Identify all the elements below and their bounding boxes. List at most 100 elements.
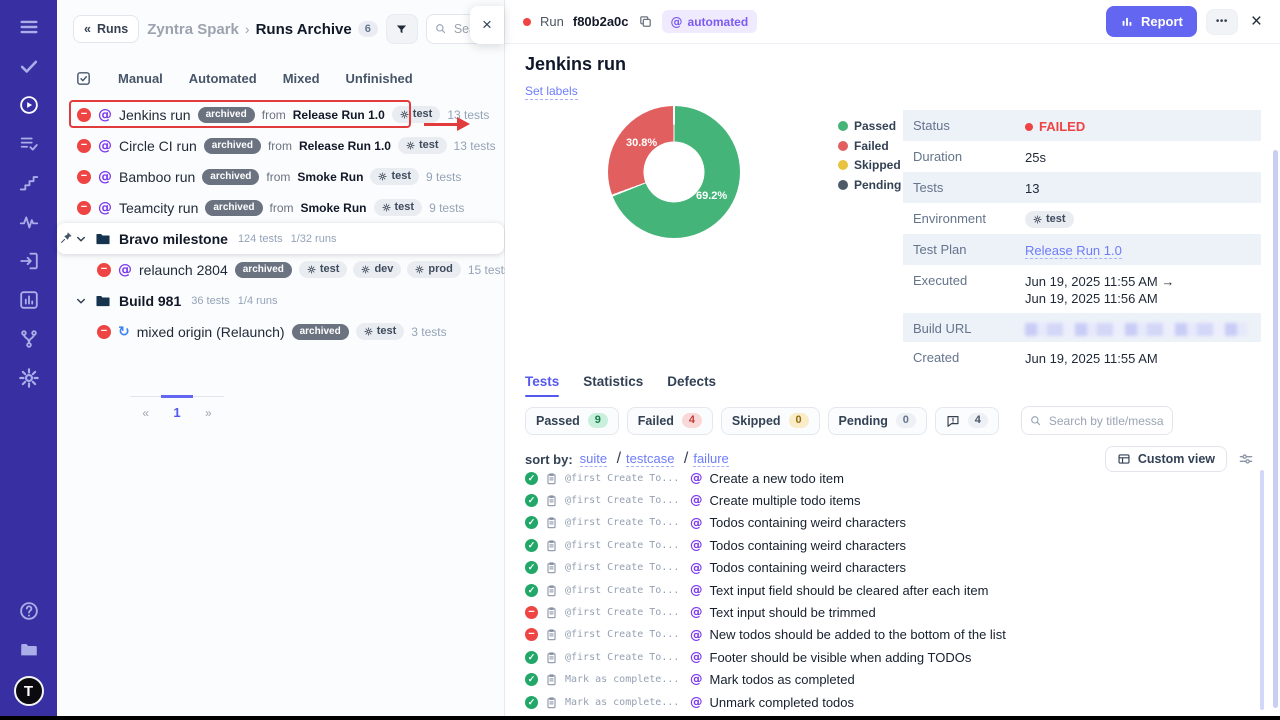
test-row[interactable]: @first Create To... Text input field sho… bbox=[525, 579, 1254, 601]
runs-tab[interactable]: Automated bbox=[189, 71, 257, 86]
test-title[interactable]: Footer should be visible when adding TOD… bbox=[710, 650, 972, 665]
pagination-prev[interactable]: « bbox=[130, 397, 161, 420]
sort-link[interactable]: suite bbox=[580, 451, 607, 467]
detail-tab[interactable]: Statistics bbox=[583, 374, 643, 397]
test-title[interactable]: Create a new todo item bbox=[710, 471, 844, 486]
check-icon[interactable] bbox=[18, 55, 40, 77]
test-suite-name[interactable]: @first Create To... bbox=[565, 607, 683, 618]
test-suite-name[interactable]: Mark as complete... bbox=[565, 674, 683, 685]
sliders-icon[interactable] bbox=[1238, 451, 1254, 467]
play-circle-icon[interactable] bbox=[18, 94, 40, 116]
test-suite-name[interactable]: @first Create To... bbox=[565, 473, 683, 484]
test-row[interactable]: @first Create To... Text input should be… bbox=[525, 601, 1254, 623]
legend-item[interactable]: Skipped bbox=[838, 158, 901, 172]
test-row[interactable]: @first Create To... Footer should be vis… bbox=[525, 646, 1254, 668]
test-row[interactable]: Mark as complete... Mark todos as comple… bbox=[525, 669, 1254, 691]
test-suite-name[interactable]: @first Create To... bbox=[565, 517, 683, 528]
tests-scrollbar[interactable] bbox=[1260, 470, 1264, 710]
runs-tab[interactable]: Mixed bbox=[283, 71, 320, 86]
chart-box-icon[interactable] bbox=[18, 289, 40, 311]
run-list-item[interactable]: Teamcity run archived from Smoke Run tes… bbox=[57, 192, 504, 223]
pagination-page-1[interactable]: 1 bbox=[161, 395, 192, 420]
test-row[interactable]: @first Create To... Todos containing wei… bbox=[525, 534, 1254, 556]
test-title[interactable]: Create multiple todo items bbox=[710, 493, 861, 508]
test-suite-name[interactable]: @first Create To... bbox=[565, 540, 683, 551]
sign-in-icon[interactable] bbox=[18, 250, 40, 272]
pulse-icon[interactable] bbox=[18, 211, 40, 233]
folder-list-item[interactable]: Bravo milestone 124 tests 1/32 runs bbox=[57, 223, 504, 254]
detail-tab[interactable]: Tests bbox=[525, 374, 559, 397]
runs-tab[interactable]: Unfinished bbox=[346, 71, 413, 86]
test-filter-button[interactable]: Passed 9 bbox=[525, 407, 619, 435]
test-row[interactable]: Mark as complete... Unmark completed tod… bbox=[525, 691, 1254, 713]
test-row[interactable]: @first Create To... Create a new todo it… bbox=[525, 467, 1254, 489]
detail-tab[interactable]: Defects bbox=[667, 374, 716, 397]
list-check-icon[interactable] bbox=[18, 133, 40, 155]
runs-tab[interactable]: Manual bbox=[118, 71, 163, 86]
legend-item[interactable]: Failed bbox=[838, 139, 901, 153]
test-filter-button[interactable]: Skipped 0 bbox=[721, 407, 820, 435]
breadcrumb-project[interactable]: Zyntra Spark bbox=[147, 21, 239, 38]
steps-icon[interactable] bbox=[18, 172, 40, 194]
test-title[interactable]: Todos containing weird characters bbox=[710, 515, 907, 530]
legend-item[interactable]: Pending bbox=[838, 178, 901, 192]
chevron-down-icon[interactable] bbox=[75, 233, 87, 245]
test-filter-button[interactable]: Pending 0 bbox=[828, 407, 927, 435]
user-avatar[interactable]: T bbox=[14, 676, 44, 706]
sort-link[interactable]: failure bbox=[693, 451, 728, 467]
pagination-next[interactable]: » bbox=[193, 397, 224, 420]
run-name[interactable]: Teamcity run bbox=[119, 200, 198, 216]
report-button[interactable]: Report bbox=[1106, 6, 1197, 37]
test-filter-button[interactable]: Failed 4 bbox=[627, 407, 713, 435]
filter-button[interactable] bbox=[386, 14, 418, 44]
test-title[interactable]: Text input should be trimmed bbox=[710, 605, 876, 620]
test-title[interactable]: Unmark completed todos bbox=[710, 695, 855, 710]
run-name[interactable]: Circle CI run bbox=[119, 138, 197, 154]
test-row[interactable]: @first Create To... Create multiple todo… bbox=[525, 489, 1254, 511]
folder-name[interactable]: Build 981 bbox=[119, 293, 181, 309]
test-row[interactable]: @first Create To... New todos should be … bbox=[525, 624, 1254, 646]
test-title[interactable]: Todos containing weird characters bbox=[710, 538, 907, 553]
sort-link[interactable]: testcase bbox=[626, 451, 674, 467]
branch-icon[interactable] bbox=[18, 328, 40, 350]
help-icon[interactable] bbox=[18, 600, 40, 622]
test-title[interactable]: Todos containing weird characters bbox=[710, 560, 907, 575]
panel-close-button[interactable]: × bbox=[470, 6, 504, 44]
run-list-item[interactable]: mixed origin (Relaunch) archived test 3 … bbox=[57, 316, 504, 347]
test-suite-name[interactable]: @first Create To... bbox=[565, 585, 683, 596]
close-icon[interactable]: × bbox=[1251, 12, 1262, 31]
run-list-item[interactable]: Jenkins run archived from Release Run 1.… bbox=[57, 99, 504, 130]
panel-scrollbar[interactable] bbox=[1273, 150, 1278, 708]
run-list-item[interactable]: Circle CI run archived from Release Run … bbox=[57, 130, 504, 161]
test-row[interactable]: @first Create To... Todos containing wei… bbox=[525, 512, 1254, 534]
set-labels-link[interactable]: Set labels bbox=[525, 84, 578, 100]
test-suite-name[interactable]: @first Create To... bbox=[565, 629, 683, 640]
gear-icon[interactable] bbox=[18, 367, 40, 389]
menu-icon[interactable] bbox=[18, 16, 40, 38]
run-name[interactable]: relaunch 2804 bbox=[139, 262, 228, 278]
legend-item[interactable]: Passed bbox=[838, 119, 901, 133]
run-list-item[interactable]: relaunch 2804 archived test dev bbox=[57, 254, 504, 285]
test-title[interactable]: Text input field should be cleared after… bbox=[710, 583, 989, 598]
select-all-icon[interactable] bbox=[75, 70, 92, 87]
automated-type-badge[interactable]: automated bbox=[662, 10, 758, 33]
run-list-item[interactable]: Bamboo run archived from Smoke Run test … bbox=[57, 161, 504, 192]
run-name[interactable]: Bamboo run bbox=[119, 169, 195, 185]
run-name[interactable]: Jenkins run bbox=[119, 107, 191, 123]
chevron-down-icon[interactable] bbox=[75, 295, 87, 307]
folder-name[interactable]: Bravo milestone bbox=[119, 231, 228, 247]
copy-icon[interactable] bbox=[638, 14, 653, 29]
test-title[interactable]: New todos should be added to the bottom … bbox=[710, 627, 1006, 642]
test-suite-name[interactable]: @first Create To... bbox=[565, 495, 683, 506]
folder-list-item[interactable]: Build 981 36 tests 1/4 runs bbox=[57, 285, 504, 316]
test-suite-name[interactable]: Mark as complete... bbox=[565, 697, 683, 708]
test-filter-button[interactable]: 4 bbox=[935, 407, 999, 435]
redacted-build-url[interactable] bbox=[1025, 323, 1247, 336]
test-row[interactable]: @first Create To... Todos containing wei… bbox=[525, 557, 1254, 579]
folders-icon[interactable] bbox=[18, 638, 40, 660]
test-plan-link[interactable]: Release Run 1.0 bbox=[1025, 243, 1122, 259]
test-suite-name[interactable]: @first Create To... bbox=[565, 652, 683, 663]
tests-search-input[interactable] bbox=[1021, 406, 1173, 435]
more-actions-button[interactable]: ••• bbox=[1206, 9, 1238, 35]
test-suite-name[interactable]: @first Create To... bbox=[565, 562, 683, 573]
